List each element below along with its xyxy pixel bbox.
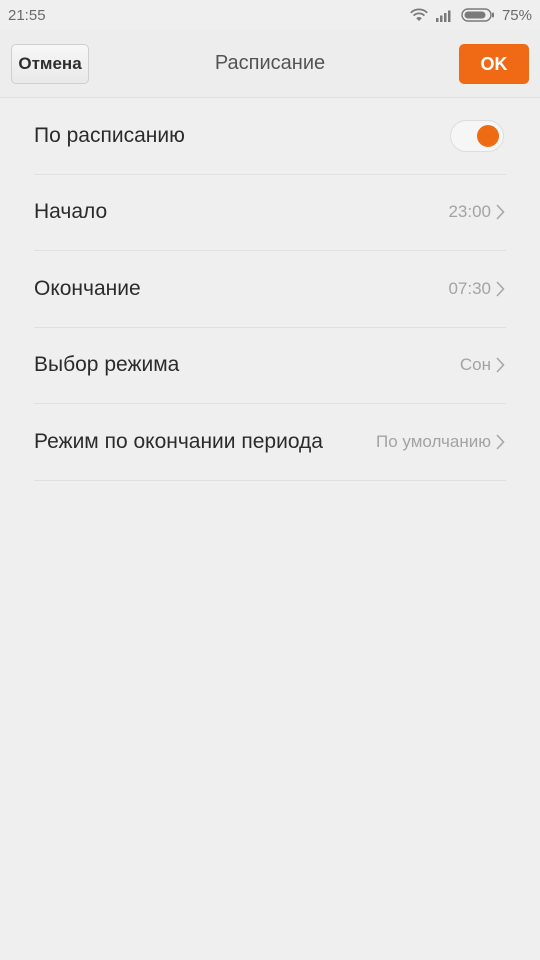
battery-icon <box>461 8 495 22</box>
setting-value: Сон <box>459 355 491 375</box>
ok-button[interactable]: OK <box>459 44 529 84</box>
chevron-right-icon <box>494 355 506 375</box>
status-icons: 75% <box>409 7 532 24</box>
setting-value-group: 23:00 <box>448 202 506 222</box>
wifi-icon <box>409 8 429 22</box>
setting-row-end[interactable]: Окончание 07:30 <box>34 251 506 328</box>
setting-value-group: Сон <box>460 355 506 375</box>
battery-percent: 75% <box>501 6 532 24</box>
signal-icon <box>435 9 454 22</box>
setting-row-schedule[interactable]: По расписанию <box>34 98 506 175</box>
setting-value: 23:00 <box>448 202 491 222</box>
setting-label: Начало <box>34 200 108 224</box>
setting-row-after-period[interactable]: Режим по окончании периода По умолчанию <box>34 404 506 481</box>
status-bar: 21:55 75% <box>0 0 540 30</box>
setting-row-mode[interactable]: Выбор режима Сон <box>34 328 506 404</box>
schedule-toggle[interactable] <box>450 119 504 152</box>
setting-value: 07:30 <box>448 278 491 298</box>
settings-list: По расписанию Начало 23:00 Окончание 07:… <box>34 98 506 481</box>
setting-label: Окончание <box>34 276 141 300</box>
setting-label: Режим по окончании периода <box>34 429 323 453</box>
setting-label: Выбор режима <box>34 353 180 377</box>
chevron-right-icon <box>494 202 506 222</box>
setting-value-group: По умолчанию <box>376 432 506 452</box>
screen: 21:55 75% Отмена Расписание OK По распис… <box>0 0 540 960</box>
header: Отмена Расписание OK <box>0 30 540 98</box>
setting-label: По расписанию <box>34 123 185 147</box>
setting-row-start[interactable]: Начало 23:00 <box>34 175 506 251</box>
status-time: 21:55 <box>8 6 46 24</box>
setting-value-group: 07:30 <box>448 279 506 299</box>
chevron-right-icon <box>494 279 506 299</box>
chevron-right-icon <box>494 432 506 452</box>
setting-value: По умолчанию <box>376 431 491 451</box>
toggle-knob <box>477 124 499 147</box>
